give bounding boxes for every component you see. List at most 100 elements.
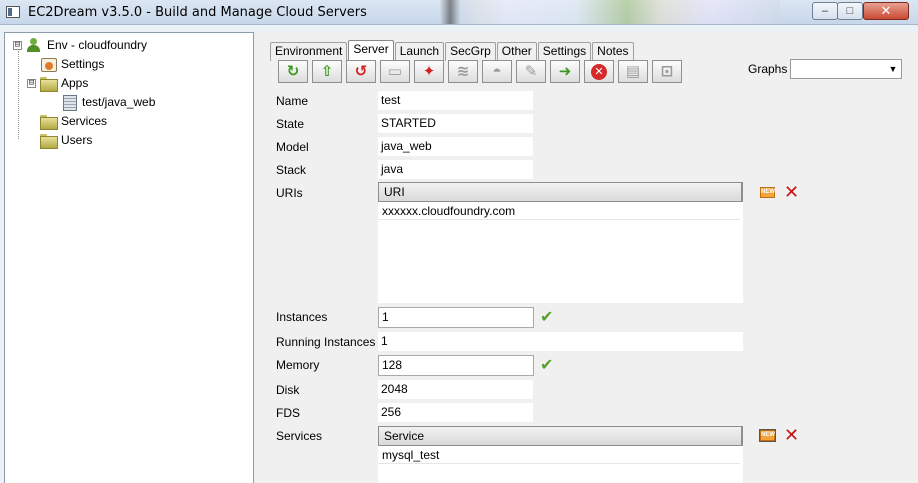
start-button[interactable]: ➜ bbox=[550, 60, 580, 83]
tree-item-settings[interactable]: Settings bbox=[40, 55, 104, 73]
services-label: Services bbox=[276, 429, 323, 443]
server-details-panel: Environment Server Launch SecGrp Other S… bbox=[256, 32, 918, 483]
settings-icon bbox=[40, 57, 57, 72]
folder-icon bbox=[40, 76, 58, 92]
graphs-label: Graphs bbox=[748, 62, 788, 76]
upload-button[interactable]: ⇧ bbox=[312, 60, 342, 83]
apply-memory-check-icon[interactable]: ✔ bbox=[540, 358, 558, 374]
restart-button[interactable]: ↺ bbox=[346, 60, 376, 83]
tab-settings[interactable]: Settings bbox=[537, 42, 592, 61]
collapse-expander-icon[interactable]: ⊟ bbox=[27, 78, 36, 88]
collapse-expander-icon[interactable]: ⊟ bbox=[13, 40, 22, 50]
files-button[interactable]: ▤ bbox=[618, 60, 648, 83]
tools-icon: ✎ bbox=[524, 63, 538, 80]
services-table[interactable]: Service mysql_test bbox=[378, 426, 743, 483]
minimize-icon: – bbox=[821, 5, 829, 17]
uri-column-header[interactable]: URI bbox=[378, 182, 743, 202]
stop-button[interactable]: ✕ bbox=[584, 60, 614, 83]
debug-icon: ✦ bbox=[422, 63, 436, 80]
tools-button[interactable]: ✎ bbox=[516, 60, 546, 83]
chevron-down-icon: ▼ bbox=[888, 64, 898, 74]
tree-root-env[interactable]: ⊟ Env - cloudfoundry bbox=[13, 36, 147, 54]
refresh-button[interactable]: ↻ bbox=[278, 60, 308, 83]
uris-label: URIs bbox=[276, 186, 303, 200]
disk-label: Disk bbox=[276, 383, 300, 397]
tab-environment[interactable]: Environment bbox=[270, 42, 348, 61]
instances-input[interactable]: 1 bbox=[378, 307, 534, 328]
up-arrow-icon: ⇧ bbox=[320, 63, 334, 80]
maximize-button[interactable]: □ bbox=[837, 2, 863, 20]
tree-item-apps[interactable]: ⊟ Apps bbox=[27, 74, 88, 92]
person-icon bbox=[26, 38, 42, 52]
delete-service-icon[interactable]: ✕ bbox=[784, 426, 799, 444]
terminal-icon: ▭ bbox=[387, 63, 403, 80]
taskbar-thumbnails-strip bbox=[440, 0, 780, 24]
stack-value: java bbox=[378, 160, 533, 179]
disk-value: 2048 bbox=[378, 380, 533, 399]
tree-item-label: Settings bbox=[61, 57, 105, 71]
tab-notes[interactable]: Notes bbox=[592, 42, 634, 61]
uris-table[interactable]: URI xxxxxx.cloudfoundry.com bbox=[378, 182, 743, 303]
tab-server[interactable]: Server bbox=[348, 40, 394, 61]
service-column-header[interactable]: Service bbox=[378, 426, 743, 446]
app-icon bbox=[6, 6, 20, 18]
folder-icon bbox=[40, 114, 58, 130]
title-bar: EC2Dream v3.5.0 - Build and Manage Cloud… bbox=[0, 0, 918, 25]
table-row[interactable]: mysql_test bbox=[378, 446, 740, 464]
environment-tree[interactable]: ⊟ Env - cloudfoundry Settings ⊟ Apps tes… bbox=[4, 32, 254, 483]
column-resize-handle[interactable] bbox=[741, 182, 743, 202]
close-window-button[interactable]: ✕ bbox=[863, 2, 909, 20]
state-label: State bbox=[276, 117, 305, 131]
crash-icon: ◓ bbox=[492, 63, 502, 80]
running-instances-label: Running Instances bbox=[276, 335, 376, 349]
state-value: STARTED bbox=[378, 114, 533, 133]
new-uri-icon[interactable]: NEW bbox=[760, 187, 775, 198]
fds-label: FDS bbox=[276, 406, 300, 420]
column-resize-handle[interactable] bbox=[741, 426, 743, 446]
start-arrow-icon: ➜ bbox=[558, 63, 572, 80]
running-instances-value: 1 bbox=[378, 332, 743, 351]
tab-secgrp[interactable]: SecGrp bbox=[445, 42, 496, 61]
debug-button[interactable]: ✦ bbox=[414, 60, 444, 83]
tree-item-label: Services bbox=[61, 114, 108, 128]
toolbar: ↻ ⇧ ↺ ▭ ✦ ≋ ◓ ✎ ➜ ✕ ▤ ⊡ bbox=[278, 60, 686, 83]
files-icon: ▤ bbox=[625, 63, 641, 80]
tab-launch[interactable]: Launch bbox=[394, 42, 445, 61]
tree-item-services[interactable]: Services bbox=[40, 112, 107, 130]
delete-uri-icon[interactable]: ✕ bbox=[784, 183, 799, 201]
config-button[interactable]: ⊡ bbox=[652, 60, 682, 83]
folder-icon bbox=[40, 133, 58, 149]
fds-value: 256 bbox=[378, 403, 533, 422]
minimize-button[interactable]: – bbox=[812, 2, 838, 20]
logs-button[interactable]: ≋ bbox=[448, 60, 478, 83]
graphs-dropdown[interactable]: ▼ bbox=[790, 59, 902, 79]
close-icon: ✕ bbox=[880, 3, 892, 18]
apply-instances-check-icon[interactable]: ✔ bbox=[540, 310, 558, 326]
model-value: java_web bbox=[378, 137, 533, 156]
name-value: test bbox=[378, 91, 533, 110]
new-service-icon[interactable]: NEW bbox=[759, 429, 776, 442]
logs-icon: ≋ bbox=[456, 63, 470, 80]
tree-item-label: Users bbox=[61, 133, 93, 147]
memory-input[interactable]: 128 bbox=[378, 355, 534, 376]
stop-icon: ✕ bbox=[591, 63, 607, 80]
terminal-button[interactable]: ▭ bbox=[380, 60, 410, 83]
refresh-icon: ↻ bbox=[286, 63, 300, 80]
tab-other[interactable]: Other bbox=[496, 42, 537, 61]
name-label: Name bbox=[276, 94, 309, 108]
table-row[interactable]: xxxxxx.cloudfoundry.com bbox=[378, 202, 740, 220]
model-label: Model bbox=[276, 140, 309, 154]
tree-item-label: Apps bbox=[61, 76, 89, 90]
tree-item-app-test-java-web[interactable]: test/java_web bbox=[61, 93, 155, 111]
memory-label: Memory bbox=[276, 358, 320, 372]
tree-item-users[interactable]: Users bbox=[40, 131, 92, 149]
stack-label: Stack bbox=[276, 163, 307, 177]
instances-label: Instances bbox=[276, 310, 328, 324]
config-icon: ⊡ bbox=[660, 63, 674, 80]
crash-button[interactable]: ◓ bbox=[482, 60, 512, 83]
document-icon bbox=[61, 95, 77, 111]
tree-root-label: Env - cloudfoundry bbox=[47, 38, 148, 52]
window-title: EC2Dream v3.5.0 - Build and Manage Cloud… bbox=[28, 5, 367, 20]
tree-item-label: test/java_web bbox=[82, 95, 156, 109]
tab-bar: Environment Server Launch SecGrp Other S… bbox=[270, 40, 635, 61]
